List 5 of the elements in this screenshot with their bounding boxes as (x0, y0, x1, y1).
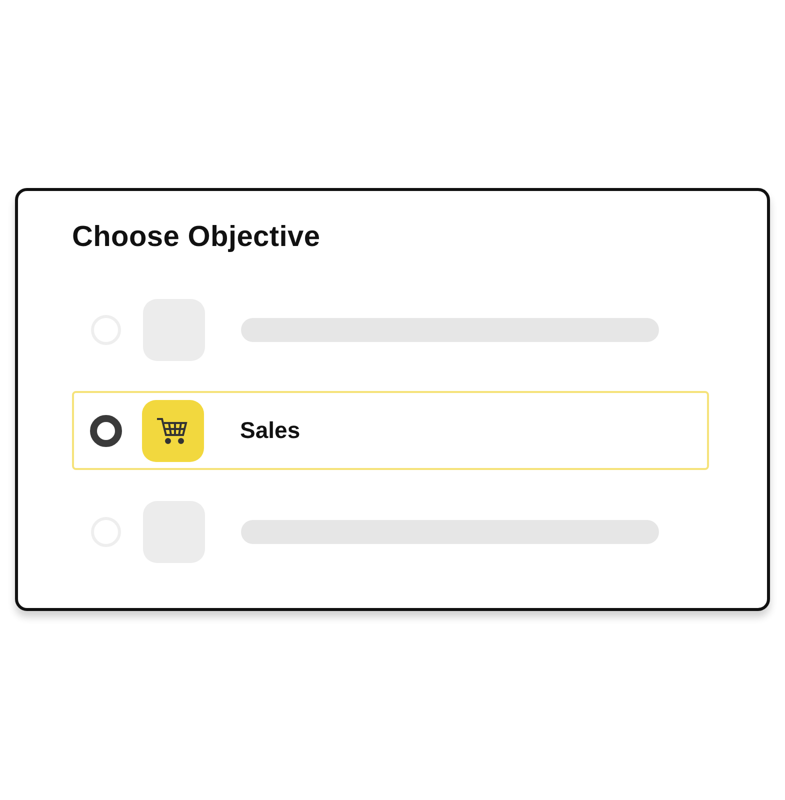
cart-icon (156, 416, 190, 444)
selected-option-row[interactable]: Sales (72, 391, 709, 470)
option-label: Sales (240, 417, 300, 444)
radio-button[interactable] (90, 414, 122, 446)
card-title: Choose Objective (72, 221, 322, 254)
